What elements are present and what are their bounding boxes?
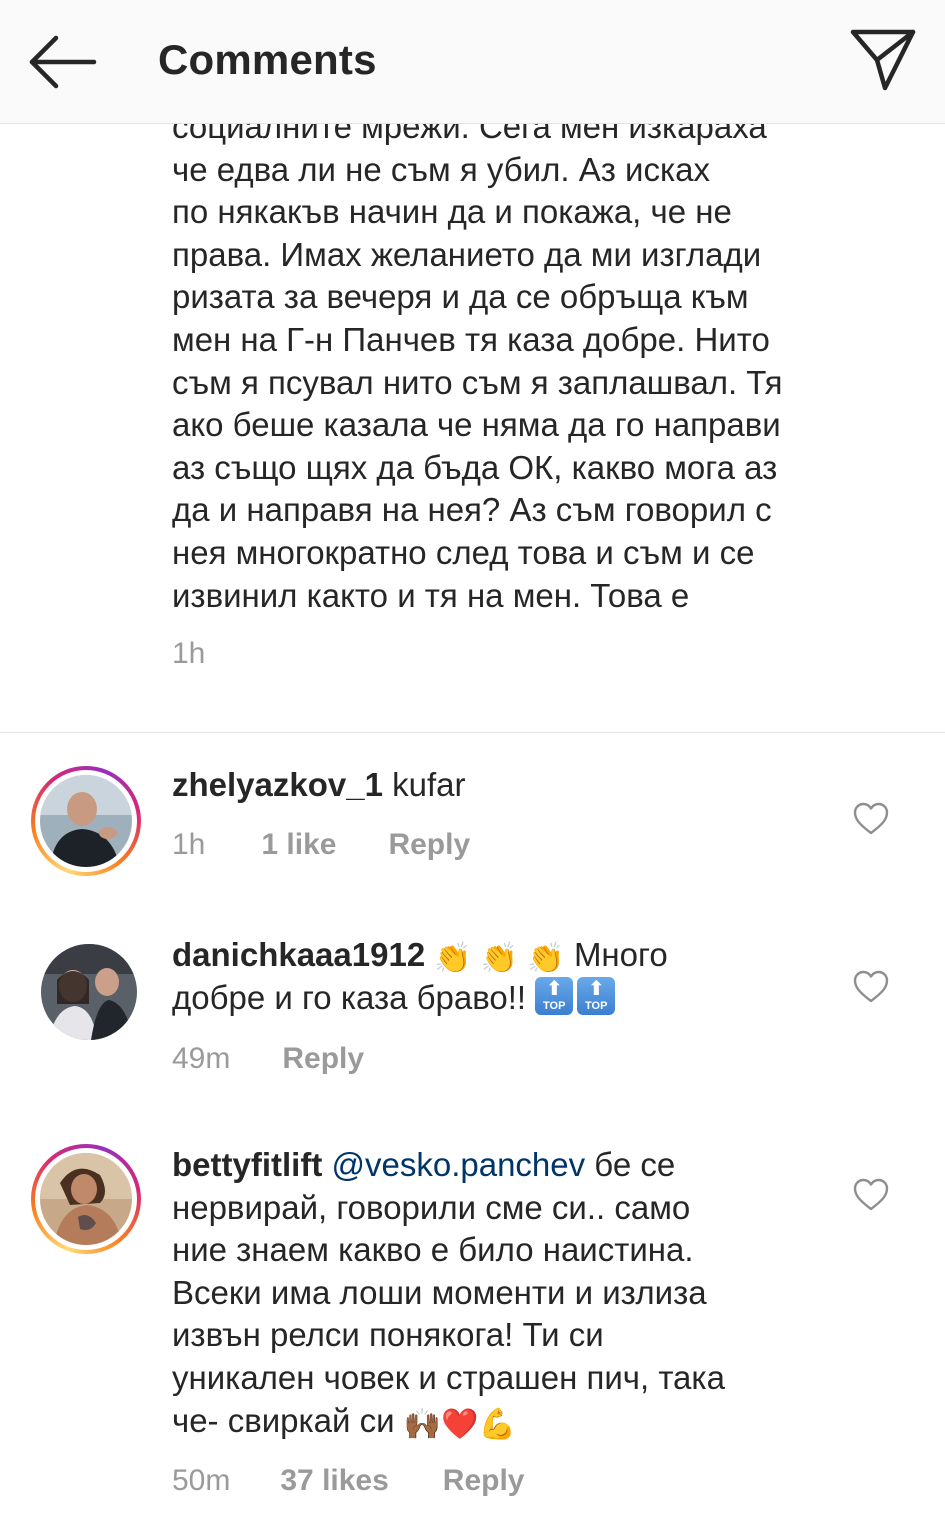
comment-username[interactable]: danichkaaa1912 bbox=[172, 936, 425, 973]
reply-button[interactable]: Reply bbox=[388, 828, 470, 862]
clapping-hands-emoji: 👏 bbox=[480, 942, 519, 975]
comment-body: bettyfitlift @vesko.panchev бе се нервир… bbox=[172, 1144, 832, 1442]
clapping-hands-emoji: 👏 bbox=[434, 942, 472, 975]
comment-meta: 1h bbox=[172, 637, 892, 671]
comment-username[interactable]: bettyfitlift bbox=[172, 1146, 322, 1183]
back-button[interactable] bbox=[24, 26, 100, 98]
heart-icon[interactable] bbox=[853, 1178, 889, 1212]
comment-likes[interactable]: 1 like bbox=[261, 828, 336, 862]
comment-text: kufar bbox=[392, 766, 466, 803]
comment-partial: социалните мрежи. Сега мен изкараха че е… bbox=[172, 124, 892, 671]
reply-button[interactable]: Reply bbox=[282, 1042, 364, 1076]
avatar bbox=[40, 775, 132, 867]
comment-time: 50m bbox=[172, 1464, 231, 1497]
comment-time: 1h bbox=[172, 828, 206, 861]
comment-text: добре и го каза браво!! bbox=[172, 978, 527, 1016]
comment-meta: 49m Reply bbox=[172, 1042, 364, 1076]
header: Comments bbox=[0, 0, 945, 124]
reply-button[interactable]: Reply bbox=[443, 1464, 525, 1498]
divider bbox=[0, 732, 945, 733]
comments-list[interactable]: социалните мрежи. Сега мен изкараха че е… bbox=[0, 124, 945, 1516]
comment-text: нервирай, говорили сме си.. само ние зна… bbox=[172, 1188, 725, 1439]
share-button[interactable] bbox=[849, 24, 919, 94]
clapping-hands-emoji: 👏 bbox=[527, 942, 565, 975]
paper-plane-icon bbox=[850, 29, 916, 91]
comment-meta: 50m 37 likes Reply bbox=[172, 1464, 525, 1498]
comment-body: zhelyazkov_1 kufar bbox=[172, 764, 832, 807]
comment-body: danichkaaa1912 👏 👏 👏 Много добре и го ка… bbox=[172, 934, 832, 1019]
page-title: Comments bbox=[158, 36, 377, 83]
comment-text: бе се bbox=[585, 1146, 676, 1183]
comment-username[interactable]: zhelyazkov_1 bbox=[172, 766, 383, 803]
comment-likes[interactable]: 37 likes bbox=[280, 1464, 388, 1498]
heart-icon[interactable] bbox=[853, 970, 889, 1004]
top-arrow-emoji: ⬆ TOP bbox=[577, 976, 616, 1015]
heart-icon[interactable] bbox=[853, 802, 889, 836]
mention-link[interactable]: @vesko.panchev bbox=[331, 1146, 585, 1183]
comment-text: социалните мрежи. Сега мен изкараха че е… bbox=[172, 124, 783, 614]
comment-time: 49m bbox=[172, 1042, 231, 1075]
arrow-left-icon bbox=[29, 35, 97, 89]
emoji-group: 🙌🏾❤️💪 bbox=[403, 1407, 516, 1441]
avatar bbox=[40, 1153, 132, 1245]
comment-time: 1h bbox=[172, 637, 206, 671]
avatar[interactable] bbox=[41, 944, 137, 1040]
comment-text: Много bbox=[573, 936, 668, 973]
avatar-story-ring[interactable] bbox=[31, 766, 141, 876]
top-arrow-emoji: ⬆ TOP bbox=[535, 976, 574, 1015]
comment-meta: 1h 1 like Reply bbox=[172, 828, 470, 862]
avatar-story-ring[interactable] bbox=[31, 1144, 141, 1254]
